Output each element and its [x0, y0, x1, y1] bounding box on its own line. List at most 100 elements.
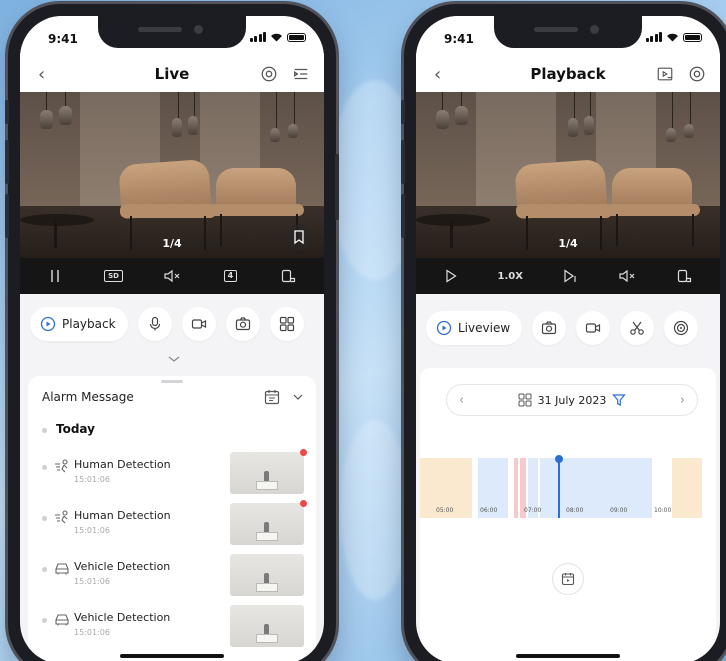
alarm-thumbnail[interactable] [230, 503, 304, 545]
rotate-screen-icon[interactable] [674, 266, 696, 286]
phone-live: 9:41 ‹ Live 1/4 SD 4 Playback Alarm Mess… [5, 4, 339, 661]
nav-bar: ‹ Playback [416, 54, 720, 92]
menu-list-icon[interactable] [292, 65, 310, 83]
human-detection-icon [55, 459, 68, 473]
playlist-icon[interactable] [656, 65, 674, 83]
video-record-icon [586, 323, 601, 333]
snapshot-button[interactable] [532, 311, 567, 345]
grid-view-icon [279, 316, 294, 332]
alarm-name: Human Detection [74, 458, 171, 471]
bookmark-icon [294, 230, 304, 245]
record-button[interactable] [181, 307, 216, 341]
wifi-icon [271, 33, 282, 42]
page-title: Live [154, 65, 190, 83]
status-time: 9:41 [48, 32, 78, 46]
human-detection-icon [55, 510, 68, 524]
snapshot-button[interactable] [225, 307, 260, 341]
speed-button[interactable]: 1.0X [498, 266, 523, 286]
alarm-item[interactable]: Human Detection 15:01:06 [28, 500, 316, 547]
scissors-icon [630, 321, 644, 335]
live-video[interactable]: 1/4 [20, 92, 324, 258]
play-icon[interactable] [440, 266, 462, 286]
calendar-icon [561, 573, 575, 586]
alarm-title: Alarm Message [42, 390, 134, 404]
page-indicator: 1/4 [558, 237, 578, 250]
video-toolbar: 1.0X [416, 258, 720, 294]
timeline-cursor[interactable] [555, 455, 563, 518]
record-button[interactable] [576, 311, 611, 345]
playback-video[interactable]: 1/4 [416, 92, 720, 258]
detection-filter-button[interactable] [664, 311, 699, 345]
home-indicator[interactable] [516, 654, 620, 658]
target-icon [674, 320, 689, 336]
filter-icon[interactable] [612, 393, 627, 407]
alarm-item[interactable]: Vehicle Detection 15:01:06 [28, 605, 316, 649]
multi-view-button[interactable] [269, 307, 304, 341]
nav-bar: ‹ Live [20, 54, 324, 92]
bookmark-button[interactable] [286, 224, 312, 250]
playback-screen: 9:41 ‹ Playback 1/4 1.0X Liveview ‹ 31 J… [416, 16, 720, 661]
calendar-playback-button[interactable] [552, 563, 584, 595]
liveview-label: Liveview [458, 321, 511, 335]
timeline-tick: 07:00 [524, 507, 542, 514]
microphone-icon [149, 316, 160, 331]
alarm-thumbnail[interactable] [230, 452, 304, 494]
next-date-icon[interactable]: › [680, 393, 685, 408]
mute-icon[interactable] [616, 266, 638, 286]
phone-playback: 9:41 ‹ Playback 1/4 1.0X Liveview ‹ 31 J… [401, 4, 726, 661]
signal-icon [645, 32, 662, 42]
playback-card: ‹ 31 July 2023 › 05:00 06:00 07:00 08:00… [420, 368, 716, 661]
settings-icon[interactable] [688, 65, 706, 83]
recording-timeline[interactable]: 05:00 06:00 07:00 08:00 09:00 10:00 [420, 455, 716, 518]
alarm-thumbnail[interactable] [230, 605, 304, 647]
liveview-icon [436, 320, 452, 336]
battery-icon [287, 32, 306, 42]
playback-button[interactable]: Playback [30, 307, 128, 341]
action-row: Playback [20, 298, 324, 350]
clip-button[interactable] [620, 311, 655, 345]
alarm-group-today: Today [56, 422, 95, 436]
event-record-segment [672, 458, 702, 518]
calendar-icon[interactable] [264, 389, 280, 405]
timeline-tick: 08:00 [566, 507, 584, 514]
page-indicator: 1/4 [162, 237, 182, 250]
liveview-button[interactable]: Liveview [426, 311, 523, 345]
alarm-item[interactable]: Vehicle Detection 15:01:06 [28, 554, 316, 598]
drag-handle[interactable] [161, 380, 183, 383]
video-record-icon [191, 319, 206, 329]
battery-icon [683, 32, 702, 42]
vehicle-icon [55, 614, 69, 626]
alarm-thumbnail[interactable] [230, 554, 304, 596]
alarm-name: Human Detection [74, 509, 171, 522]
timeline-tick: 05:00 [436, 507, 454, 514]
playback-label: Playback [62, 317, 116, 331]
alarm-time: 15:01:06 [74, 577, 110, 586]
vehicle-icon [55, 563, 69, 575]
quality-sd-button[interactable]: SD [103, 266, 125, 286]
alarm-item[interactable]: Human Detection 15:01:06 [28, 449, 316, 496]
normal-record-segment [540, 458, 652, 518]
rotate-screen-icon[interactable] [278, 266, 300, 286]
microphone-button[interactable] [137, 307, 172, 341]
video-toolbar: SD 4 [20, 258, 324, 294]
mute-icon[interactable] [161, 266, 183, 286]
signal-icon [249, 32, 266, 42]
unread-badge [300, 500, 307, 507]
date-selector: ‹ 31 July 2023 › [446, 384, 698, 416]
alarm-name: Vehicle Detection [74, 611, 171, 624]
pause-icon[interactable] [44, 266, 66, 286]
prev-date-icon[interactable]: ‹ [459, 393, 464, 408]
settings-icon[interactable] [260, 65, 278, 83]
chevron-down-icon[interactable] [167, 354, 181, 364]
split-screen-button[interactable]: 4 [219, 266, 241, 286]
chevron-down-icon[interactable] [292, 392, 304, 402]
selected-date[interactable]: 31 July 2023 [538, 394, 607, 407]
frame-step-icon[interactable] [559, 266, 581, 286]
playback-icon [40, 316, 56, 332]
wifi-icon [667, 33, 678, 42]
live-screen: 9:41 ‹ Live 1/4 SD 4 Playback Alarm Mess… [20, 16, 324, 661]
home-indicator[interactable] [120, 654, 224, 658]
alarm-panel: Alarm Message Today Human Detection 15:0… [28, 376, 316, 661]
grid-icon[interactable] [518, 393, 532, 407]
notch [98, 16, 246, 48]
